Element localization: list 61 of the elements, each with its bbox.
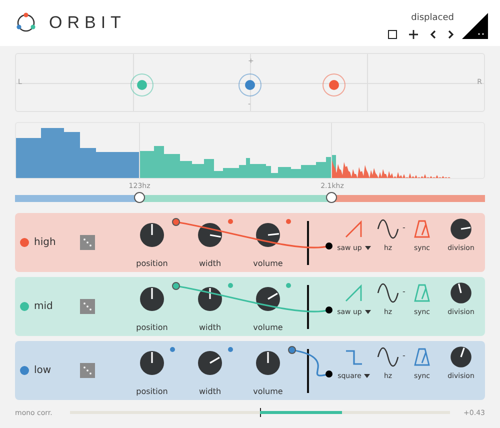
knob[interactable] — [195, 284, 225, 314]
dice-icon[interactable] — [80, 235, 95, 250]
modulation-dot[interactable] — [228, 347, 233, 352]
knob[interactable] — [195, 220, 225, 250]
modulation-dot[interactable] — [228, 219, 233, 224]
crossover-handle[interactable] — [326, 192, 338, 203]
caret-icon[interactable] — [364, 310, 371, 314]
band-name: mid — [34, 301, 53, 312]
knob[interactable] — [137, 284, 167, 314]
chevron-left-icon[interactable] — [430, 30, 436, 39]
band-name: high — [34, 237, 56, 248]
metronome-icon[interactable] — [414, 347, 430, 367]
app-title: ORBIT — [49, 13, 126, 33]
knob[interactable] — [137, 348, 167, 378]
knob[interactable] — [195, 348, 225, 378]
sine-wave-icon[interactable] — [377, 283, 399, 303]
modulation-dot[interactable] — [228, 283, 233, 288]
sine-wave-icon[interactable] — [377, 347, 399, 367]
chevron-right-icon[interactable] — [448, 30, 454, 39]
modulation-socket[interactable] — [288, 346, 296, 354]
square-icon[interactable] — [388, 30, 397, 39]
division-knob[interactable] — [449, 345, 473, 369]
knob-label: width — [198, 259, 222, 268]
logo-icon — [15, 12, 37, 34]
caret-icon[interactable] — [364, 374, 370, 378]
dice-icon[interactable] — [80, 299, 95, 314]
band-name: low — [34, 365, 52, 376]
division-knob[interactable] — [449, 281, 473, 305]
dice-icon[interactable] — [80, 363, 95, 378]
square-wave-icon[interactable] — [344, 347, 364, 367]
crossover-slider[interactable] — [15, 195, 485, 202]
modulation-dot[interactable] — [286, 219, 291, 224]
knob-label: volume — [253, 323, 283, 332]
modulation-dot[interactable] — [286, 283, 291, 288]
plus-icon[interactable] — [409, 30, 418, 39]
crossover-handle[interactable] — [134, 192, 145, 203]
knob-label: position — [136, 323, 168, 332]
knob-label: position — [136, 259, 168, 268]
separator: - — [402, 222, 406, 232]
modulation-dot[interactable] — [170, 347, 175, 352]
division-knob[interactable] — [449, 217, 473, 241]
separator: - — [402, 286, 406, 296]
preset-name[interactable]: displaced — [411, 13, 454, 23]
knob-label: position — [136, 387, 168, 396]
corner-menu-icon[interactable] — [462, 13, 488, 39]
knob[interactable] — [253, 220, 283, 250]
knob-label: width — [198, 387, 222, 396]
caret-icon[interactable] — [364, 246, 371, 250]
modulation-socket[interactable] — [172, 282, 180, 290]
knob-label: width — [198, 323, 222, 332]
knob[interactable] — [253, 284, 283, 314]
band-source-handle[interactable] — [238, 73, 262, 97]
knob[interactable] — [253, 348, 283, 378]
band-source-handle[interactable] — [130, 73, 154, 97]
knob-label: volume — [253, 259, 283, 268]
modulation-socket[interactable] — [172, 218, 180, 226]
knob[interactable] — [137, 220, 167, 250]
band-source-handle[interactable] — [322, 73, 346, 97]
knob-label: volume — [253, 387, 283, 396]
separator: - — [402, 350, 406, 360]
sine-wave-icon[interactable] — [377, 219, 399, 239]
